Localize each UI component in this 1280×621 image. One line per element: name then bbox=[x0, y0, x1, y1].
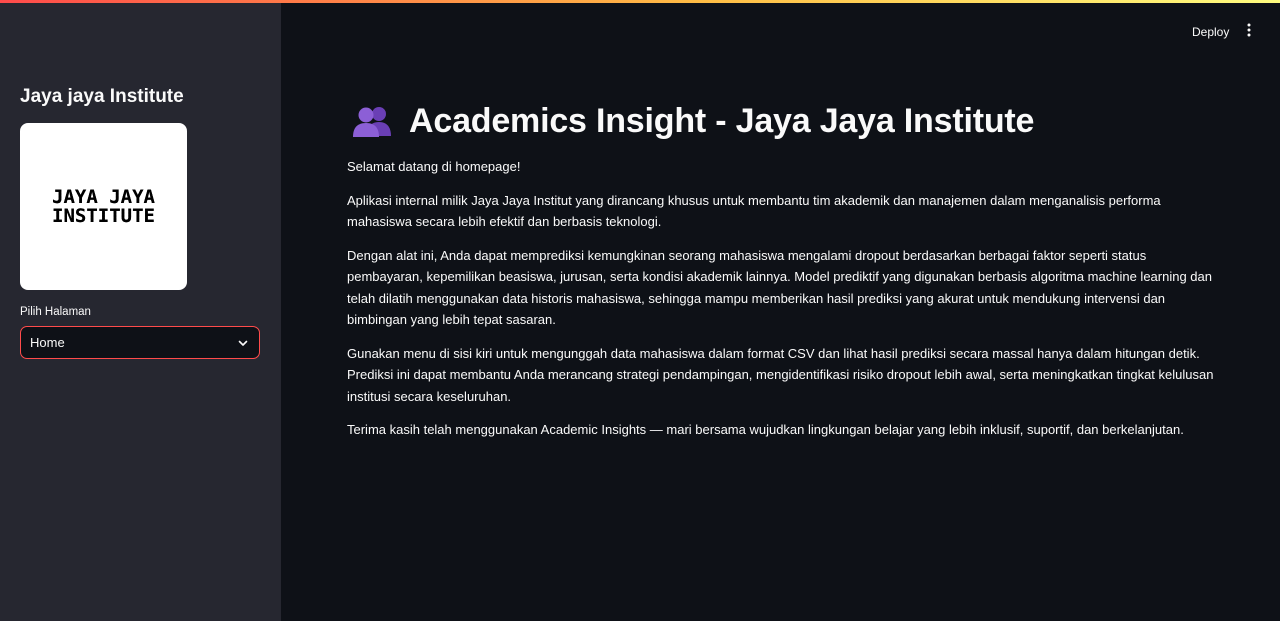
welcome-text: Selamat datang di homepage! bbox=[347, 159, 521, 174]
chevron-down-icon bbox=[237, 337, 249, 349]
sidebar: Jaya jaya Institute JAYA JAYA INSTITUTE … bbox=[0, 0, 281, 621]
page-select-value: Home bbox=[30, 335, 65, 350]
closing-paragraph: Terima kasih telah menggunakan Academic … bbox=[347, 422, 1184, 437]
logo-line-2: INSTITUTE bbox=[52, 204, 155, 227]
intro-paragraph: Aplikasi internal milik Jaya Jaya Instit… bbox=[347, 192, 1161, 230]
logo-line-1: JAYA JAYA bbox=[52, 185, 155, 208]
main-menu-button[interactable] bbox=[1241, 22, 1257, 42]
sidebar-title: Jaya jaya Institute bbox=[20, 86, 184, 107]
page-title: Academics Insight - Jaya Jaya Institute bbox=[347, 95, 1217, 147]
logo-wordmark: JAYA JAYA INSTITUTE bbox=[46, 187, 161, 227]
kebab-menu-icon bbox=[1247, 23, 1251, 42]
deploy-button[interactable]: Deploy bbox=[1184, 22, 1237, 42]
page-select-label: Pilih Halaman bbox=[20, 306, 91, 318]
app-root: Jaya jaya Institute JAYA JAYA INSTITUTE … bbox=[0, 0, 1280, 621]
page-select[interactable]: Home bbox=[20, 326, 260, 359]
top-decoration-bar bbox=[0, 0, 1280, 3]
page-title-text: Academics Insight - Jaya Jaya Institute bbox=[409, 101, 1035, 140]
main-content: Academics Insight - Jaya Jaya Institute … bbox=[347, 95, 1217, 441]
features-paragraph: Dengan alat ini, Anda dapat memprediksi … bbox=[347, 247, 1212, 328]
people-icon bbox=[351, 104, 393, 138]
usage-paragraph: Gunakan menu di sisi kiri untuk mengungg… bbox=[347, 345, 1214, 404]
institute-logo: JAYA JAYA INSTITUTE bbox=[20, 123, 187, 290]
